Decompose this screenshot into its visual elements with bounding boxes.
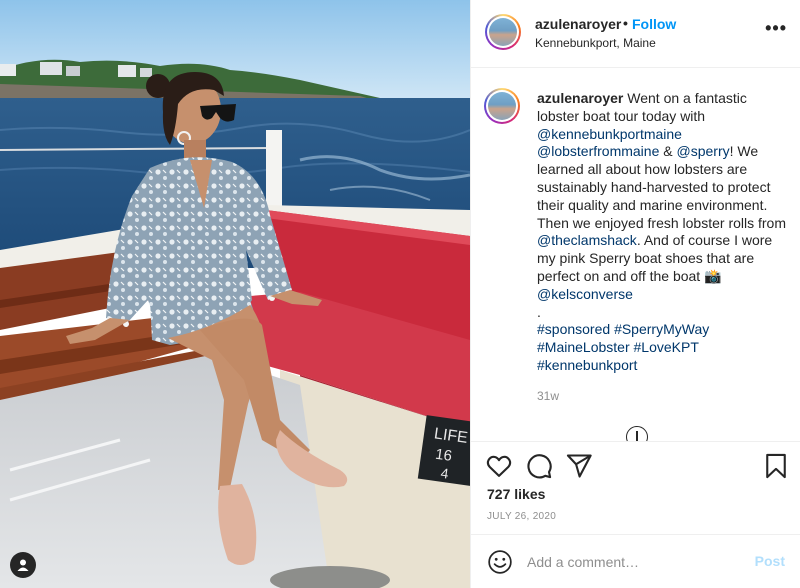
share-icon[interactable] bbox=[565, 452, 593, 480]
post-photo[interactable]: LIFE 16 4 bbox=[0, 0, 470, 588]
author-username[interactable]: azulenaroyer bbox=[535, 16, 621, 32]
follow-button[interactable]: Follow bbox=[632, 16, 676, 32]
mention-theclamshack[interactable]: @theclamshack bbox=[537, 232, 637, 248]
bookmark-icon[interactable] bbox=[762, 452, 790, 480]
post-caption: azulenaroyer Went on a fantastic lobster… bbox=[537, 90, 789, 375]
post-panel: azulenaroyer • Follow Kennebunkport, Mai… bbox=[470, 0, 800, 588]
post-image: LIFE 16 4 bbox=[0, 0, 470, 588]
heart-icon[interactable] bbox=[485, 452, 513, 480]
comments-section[interactable]: azulenaroyer Went on a fantastic lobster… bbox=[471, 68, 800, 441]
more-options-icon[interactable]: ••• bbox=[765, 18, 787, 39]
caption-period: . bbox=[537, 303, 541, 320]
mention-lobsterfrommaine[interactable]: @lobsterfrommaine bbox=[537, 143, 659, 159]
sign-text-number: 16 bbox=[434, 446, 453, 465]
hashtag-lovekpt[interactable]: #LoveKPT bbox=[634, 339, 699, 355]
comment-icon[interactable] bbox=[525, 452, 553, 480]
post-comment-button[interactable]: Post bbox=[755, 553, 785, 569]
hashtag-sponsored[interactable]: #sponsored bbox=[537, 321, 610, 337]
post-date[interactable]: JULY 26, 2020 bbox=[487, 511, 556, 522]
caption-author-avatar[interactable] bbox=[484, 88, 520, 124]
caption-text-2: & bbox=[659, 143, 677, 160]
separator-dot: • bbox=[623, 15, 628, 31]
likes-count[interactable]: 727 likes bbox=[487, 486, 545, 502]
hashtag-kennebunkport[interactable]: #kennebunkport bbox=[537, 357, 637, 373]
mention-sperry[interactable]: @sperry bbox=[677, 143, 730, 159]
post-location[interactable]: Kennebunkport, Maine bbox=[535, 36, 656, 50]
caption-username[interactable]: azulenaroyer bbox=[537, 90, 623, 106]
tagged-users-button[interactable] bbox=[10, 552, 36, 578]
post-header: azulenaroyer • Follow Kennebunkport, Mai… bbox=[471, 0, 800, 68]
emoji-icon[interactable] bbox=[487, 549, 513, 575]
mention-kennebunkportmaine[interactable]: @kennebunkportmaine bbox=[537, 126, 682, 142]
user-icon bbox=[17, 559, 29, 571]
caption-timestamp: 31w bbox=[537, 389, 560, 403]
hashtag-mainelobster[interactable]: #MaineLobster bbox=[537, 339, 630, 355]
hashtag-sperrymyway[interactable]: #SperryMyWay bbox=[614, 321, 709, 337]
author-avatar[interactable] bbox=[485, 14, 521, 50]
post-actions bbox=[471, 441, 800, 491]
comment-input[interactable] bbox=[527, 552, 737, 572]
add-comment-bar: Post bbox=[471, 534, 800, 588]
mention-kelsconverse[interactable]: @kelsconverse bbox=[537, 286, 633, 302]
load-more-comments-icon[interactable] bbox=[626, 426, 648, 441]
